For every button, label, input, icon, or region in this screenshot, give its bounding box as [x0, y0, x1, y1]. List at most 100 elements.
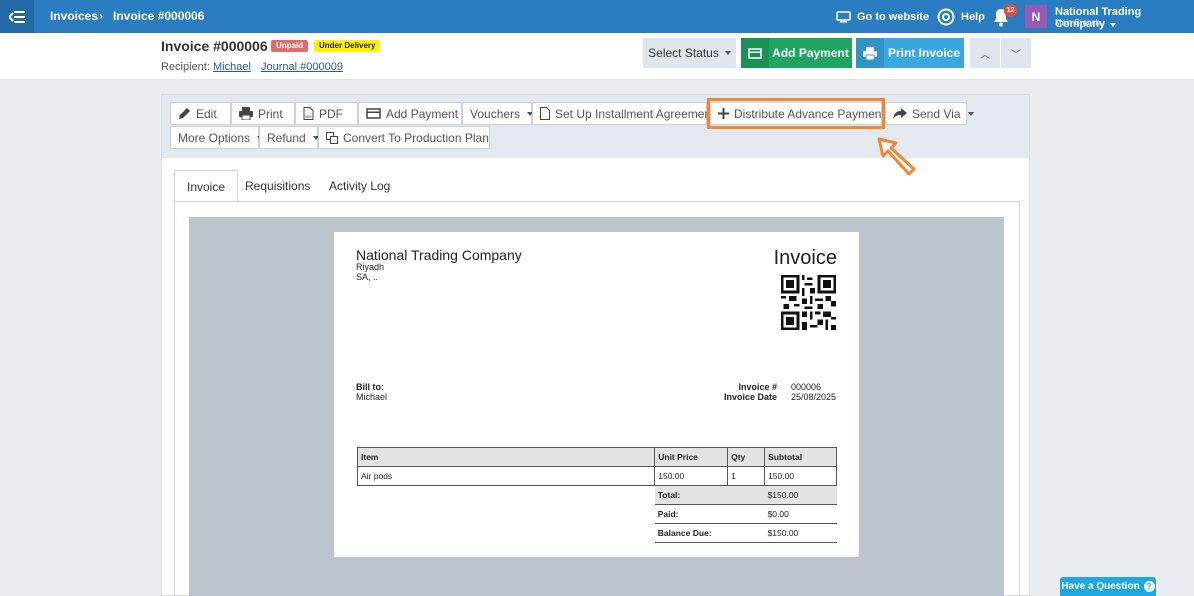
copy-icon: [326, 131, 338, 144]
credit-card-icon: [366, 108, 381, 119]
page-title: Invoice #000006: [161, 38, 268, 54]
caret-down-icon: [724, 51, 731, 55]
previous-button[interactable]: ︿: [970, 38, 1000, 68]
monitor-icon: [836, 10, 851, 22]
table-header-row: Item Unit Price Qty Subtotal: [356, 447, 837, 467]
svg-text:PDF: PDF: [305, 115, 312, 119]
journal-link[interactable]: Journal #000009: [261, 61, 343, 73]
go-to-website-link[interactable]: Go to website: [836, 0, 929, 33]
pdf-button[interactable]: PDF PDF: [295, 102, 358, 125]
convert-label: Convert To Production Plan: [343, 130, 489, 145]
item-qty: 1: [727, 466, 766, 486]
lifebuoy-icon: [937, 8, 955, 25]
menu-collapse-icon: [9, 10, 25, 23]
items-table: Item Unit Price Qty Subtotal Air pods 15…: [356, 447, 837, 543]
edit-label: Edit: [196, 106, 217, 121]
have-a-question-label: Have a Question: [1061, 581, 1140, 592]
send-via-dropdown[interactable]: Send Via: [885, 102, 974, 125]
bill-to-label: Bill to:: [356, 382, 384, 392]
notification-count-badge: 12: [1004, 4, 1017, 17]
printer-icon: [856, 38, 884, 68]
notifications-button[interactable]: 12: [992, 4, 1017, 29]
print-label: Print: [258, 106, 283, 121]
column-header: Subtotal: [764, 447, 837, 467]
document-company-name: National Trading Company: [356, 247, 522, 263]
refund-label: Refund: [267, 130, 306, 145]
invoice-document: National Trading Company Riyadh SA, .. I…: [334, 232, 859, 557]
breadcrumb-invoices[interactable]: Invoices: [50, 0, 98, 33]
installment-agreement-button[interactable]: Set Up Installment Agreement: [532, 102, 714, 125]
document-icon: [540, 107, 550, 120]
question-icon: ?: [1143, 581, 1155, 592]
page-header: Invoice #000006 Unpaid Under Delivery Re…: [0, 33, 1194, 80]
chevron-up-icon: ︿: [980, 49, 990, 61]
tab-activity-log[interactable]: Activity Log: [317, 170, 402, 202]
invoice-number-value: 000006: [791, 382, 822, 392]
document-city: Riyadh: [356, 262, 385, 272]
column-header: Item: [356, 447, 656, 467]
help-label: Help: [961, 10, 985, 23]
caret-down-icon: [1110, 23, 1117, 27]
select-status-button[interactable]: Select Status: [643, 38, 736, 68]
print-button[interactable]: Print: [231, 102, 295, 125]
add-payment-toolbar-button[interactable]: Add Payment: [358, 102, 462, 125]
paid-row: Paid: $0.00: [358, 504, 837, 524]
status-badge-unpaid: Unpaid: [271, 40, 309, 52]
select-status-label: Select Status: [648, 46, 719, 60]
branch-name: Main Branch: [1055, 18, 1100, 27]
bill-to-name: Michael: [356, 392, 388, 402]
print-invoice-label: Print Invoice: [887, 46, 961, 60]
invoice-date-label: Invoice Date: [723, 392, 777, 402]
breadcrumb-current: Invoice #000006: [113, 9, 205, 23]
printer-icon: [239, 107, 253, 120]
tab-invoice[interactable]: Invoice: [174, 170, 239, 202]
add-payment-button[interactable]: Add Payment: [741, 38, 852, 68]
help-link[interactable]: Help: [937, 0, 985, 33]
recipient-line: Recipient: Michael: [161, 61, 251, 73]
balance-label: Balance Due:: [654, 523, 765, 543]
vouchers-dropdown[interactable]: Vouchers: [462, 102, 534, 125]
total-row: Total: $150.00: [358, 485, 837, 505]
recipient-link[interactable]: Michael: [213, 61, 251, 73]
refund-dropdown[interactable]: Refund: [259, 126, 319, 149]
item-unit-price: 150.00: [654, 466, 729, 486]
paid-value: $0.00: [764, 504, 837, 524]
invoice-date-value: 25/08/2025: [791, 392, 837, 402]
add-payment-toolbar-label: Add Payment: [386, 106, 459, 121]
convert-production-plan-button[interactable]: Convert To Production Plan: [318, 126, 490, 149]
column-header: Qty: [727, 447, 766, 467]
invoice-number-label: Invoice #: [738, 382, 777, 392]
item-subtotal: 150.00: [764, 466, 837, 486]
tab-requisitions[interactable]: Requisitions: [233, 170, 322, 202]
chevron-right-icon: ›: [99, 9, 103, 23]
credit-card-icon: [741, 38, 769, 68]
more-options-dropdown[interactable]: More Options: [170, 126, 264, 149]
next-button[interactable]: ﹀: [1001, 38, 1031, 68]
top-bar: Invoices › Invoice #000006 Go to website…: [0, 0, 1194, 33]
have-a-question-button[interactable]: Have a Question ?: [1060, 577, 1156, 596]
pdf-label: PDF: [319, 106, 343, 121]
balance-value: $150.00: [764, 523, 837, 543]
recipient-label: Recipient:: [161, 61, 210, 73]
pdf-file-icon: PDF: [303, 107, 314, 120]
pencil-icon: [179, 108, 190, 119]
balance-row: Balance Due: $150.00: [358, 523, 837, 543]
caret-down-icon: [967, 111, 974, 116]
installment-label: Set Up Installment Agreement: [555, 106, 715, 121]
status-badge-delivery: Under Delivery: [314, 40, 381, 52]
avatar[interactable]: N: [1025, 5, 1047, 28]
menu-toggle-button[interactable]: [0, 0, 34, 33]
document-heading: Invoice: [773, 247, 837, 269]
document-country: SA, ..: [356, 272, 379, 282]
vouchers-label: Vouchers: [470, 106, 521, 121]
pointer-arrow-icon: [877, 137, 916, 176]
print-invoice-button[interactable]: Print Invoice: [856, 38, 964, 68]
send-via-label: Send Via: [912, 106, 961, 121]
chevron-down-icon: ﹀: [1011, 49, 1021, 61]
add-payment-label: Add Payment: [772, 46, 849, 60]
go-to-website-label: Go to website: [857, 10, 930, 23]
more-options-label: More Options: [178, 130, 251, 145]
column-header: Unit Price: [654, 447, 729, 467]
edit-button[interactable]: Edit: [170, 102, 231, 125]
highlight-box: [707, 98, 885, 129]
